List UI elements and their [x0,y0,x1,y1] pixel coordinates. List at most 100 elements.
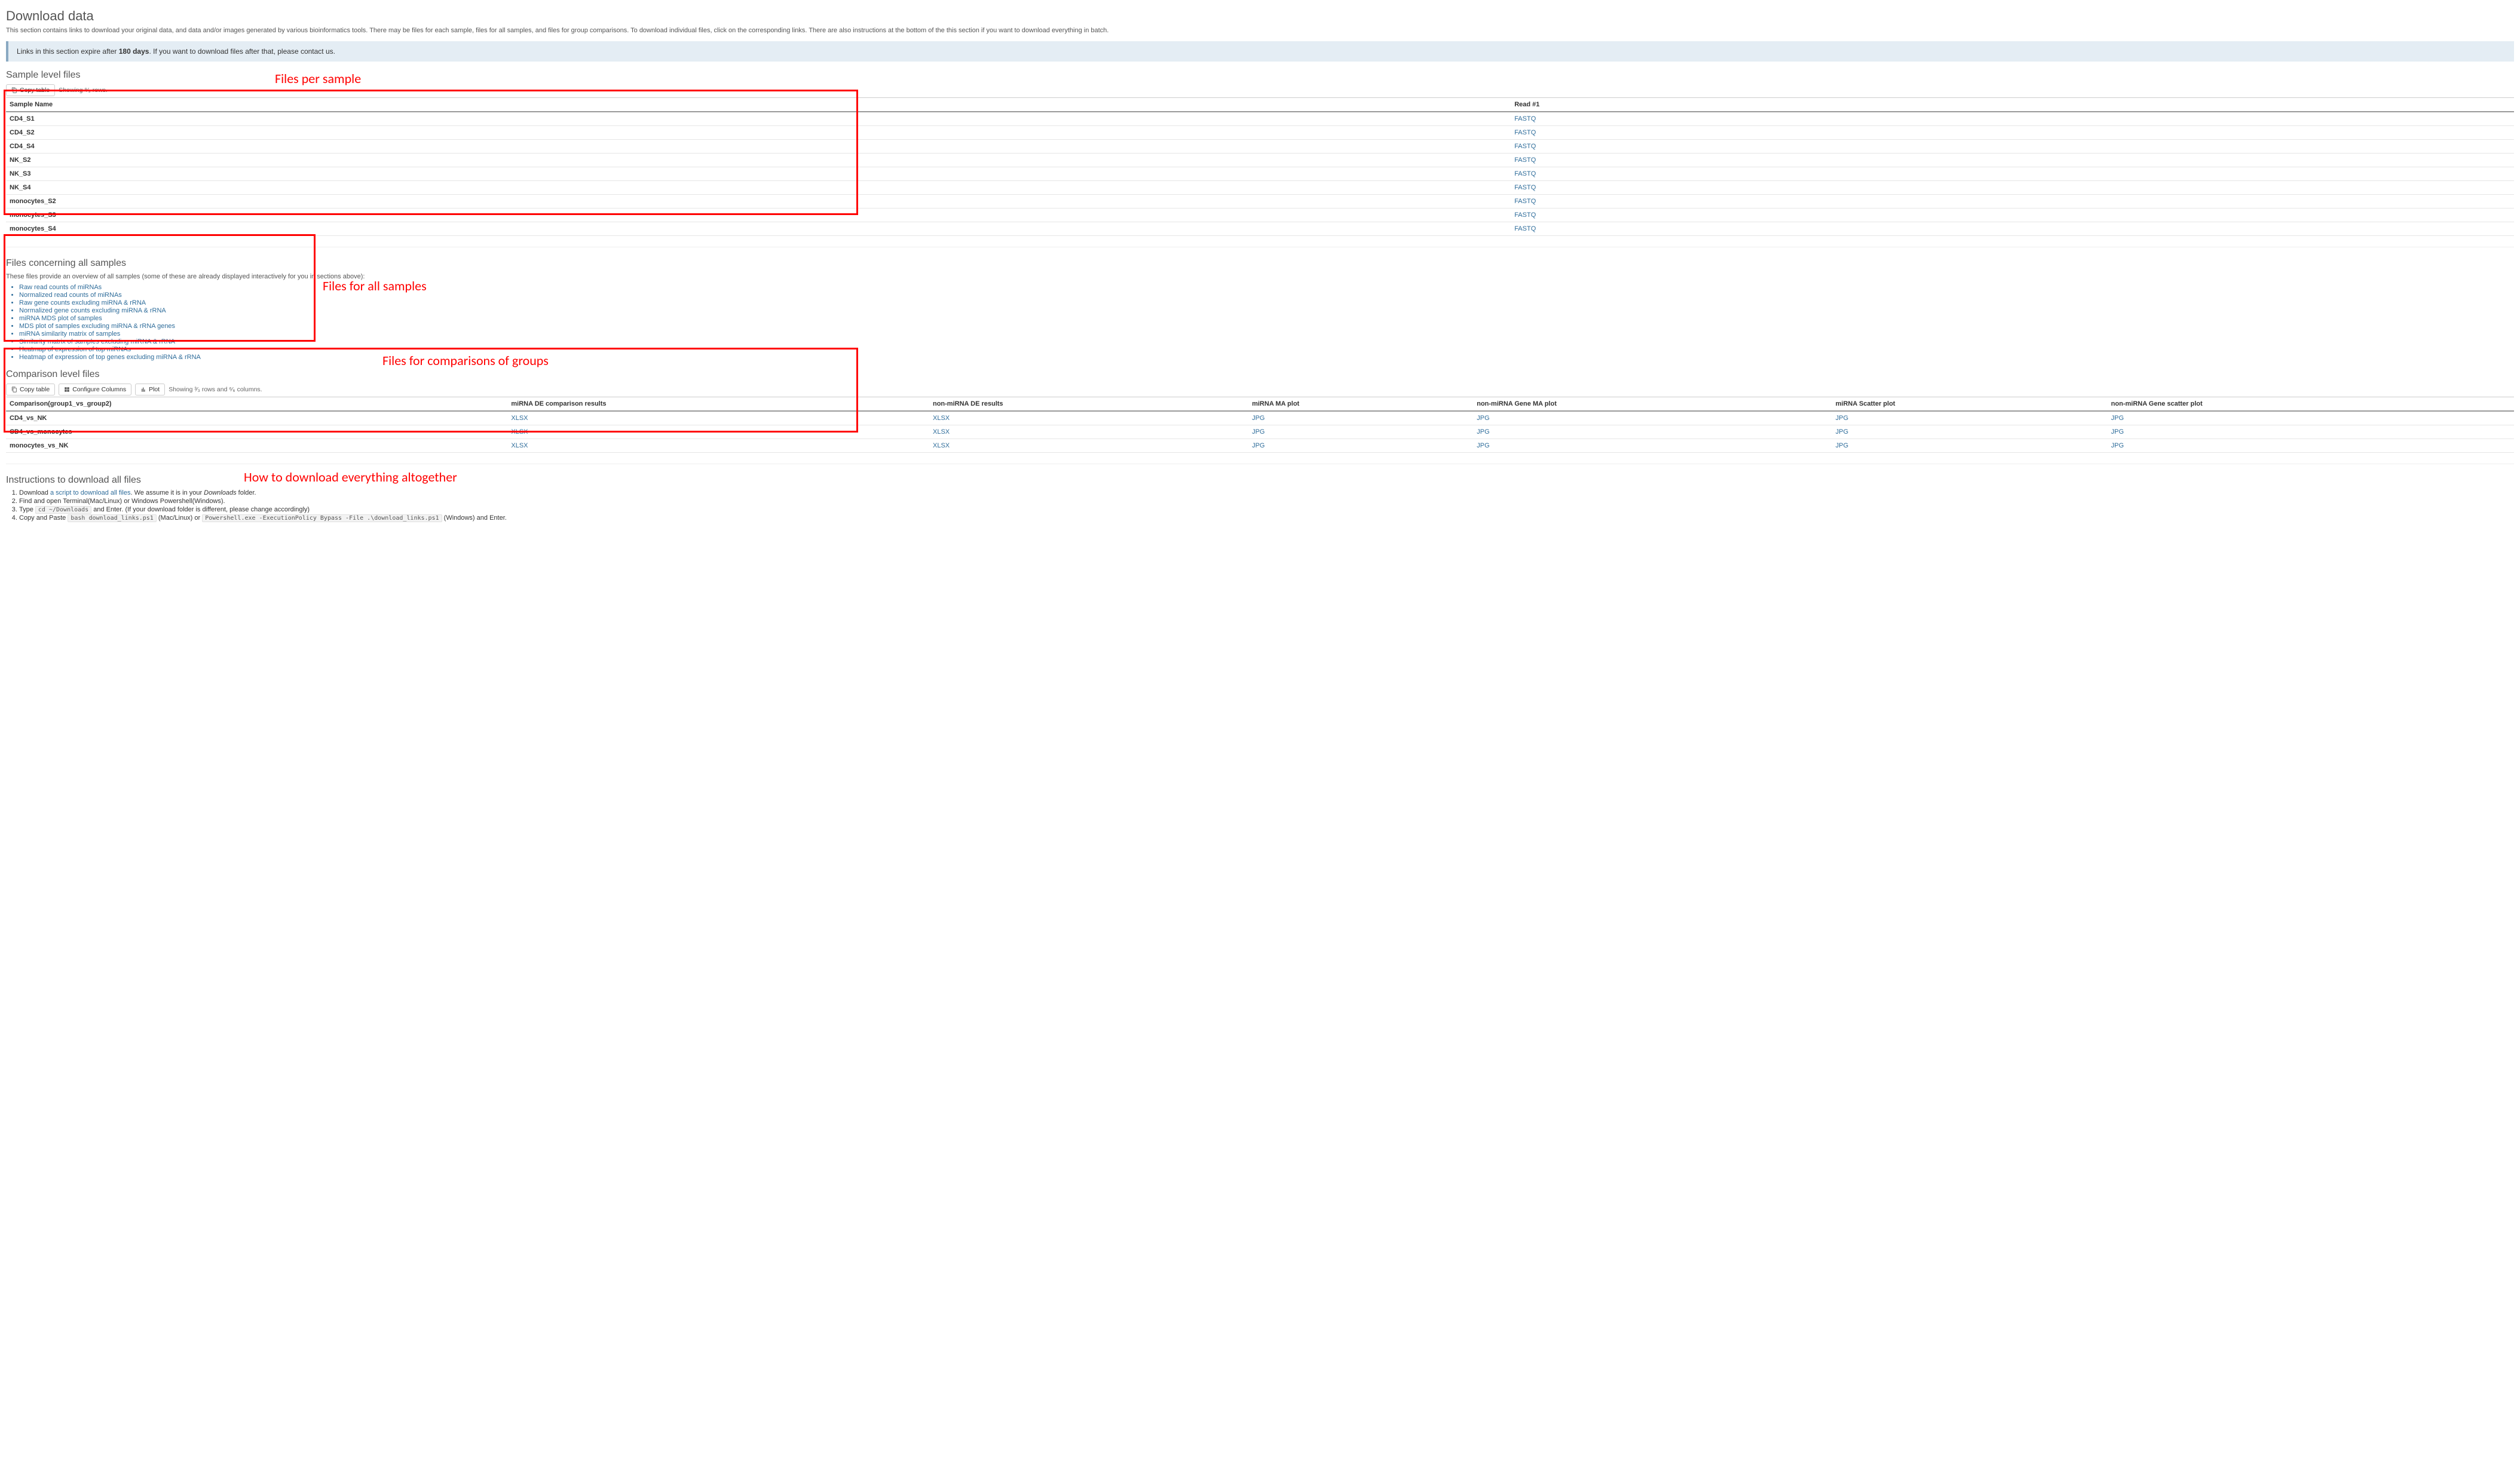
download-link[interactable]: JPG [1252,428,1264,436]
step1-mid: . We assume it is in your [131,489,204,496]
alert-prefix: Links in this section expire after [17,47,119,56]
comparison-col: non-miRNA DE results [929,397,1248,411]
sample-name-cell: monocytes_S2 [6,194,1511,208]
download-link[interactable]: JPG [1477,442,1489,449]
step-1: Download a script to download all files.… [19,489,2514,496]
comparison-cell: XLSX [929,411,1248,425]
all-samples-list: Raw read counts of miRNAsNormalized read… [19,284,2514,361]
step4-prefix: Copy and Paste [19,514,68,522]
instructions-list: Download a script to download all files.… [19,489,2514,522]
download-link[interactable]: XLSX [511,428,528,436]
comparison-cell: JPG [1832,425,2108,439]
comparison-cell: JPG [2108,411,2514,425]
comparison-cell: XLSX [507,425,929,439]
all-samples-title: Files concerning all samples [6,258,2514,269]
comparison-col: Comparison(group1_vs_group2) [6,397,507,411]
fastq-link[interactable]: FASTQ [1514,115,1536,122]
overview-file-link[interactable]: Heatmap of expression of top miRNAs [19,346,131,353]
table-row: CD4_vs_monocytesXLSXXLSXJPGJPGJPGJPG [6,425,2514,439]
download-link[interactable]: JPG [1477,428,1489,436]
overview-file-link[interactable]: Normalized gene counts excluding miRNA &… [19,307,166,314]
download-link[interactable]: JPG [1836,442,1848,449]
page-intro: This section contains links to download … [6,26,2514,35]
overview-file-link[interactable]: Heatmap of expression of top genes exclu… [19,354,201,361]
fastq-link[interactable]: FASTQ [1514,170,1536,177]
download-link[interactable]: JPG [2111,415,2124,422]
overview-file-link[interactable]: Normalized read counts of miRNAs [19,292,122,299]
step-4: Copy and Paste bash download_links.ps1 (… [19,514,2514,522]
comparison-table: Comparison(group1_vs_group2)miRNA DE com… [6,397,2514,453]
comparison-cell: JPG [1248,439,1473,452]
plot-button[interactable]: Plot [135,384,165,395]
sample-showing: Showing ⁹⁄₉ rows. [59,87,108,94]
list-item: miRNA similarity matrix of samples [19,330,2514,338]
download-link[interactable]: JPG [2111,442,2124,449]
comparison-title: Comparison level files [6,369,2514,380]
overview-file-link[interactable]: miRNA similarity matrix of samples [19,330,120,338]
table-row: CD4_vs_NK XLSX XLSX JPG JPG JPG JPG [6,411,2514,425]
fastq-link[interactable]: FASTQ [1514,211,1536,219]
copy-table-label: Copy table [20,87,50,94]
annotation-files-all-samples: Files for all samples [323,278,427,294]
comparison-col: miRNA DE comparison results [507,397,929,411]
fastq-link[interactable]: FASTQ [1514,198,1536,205]
step-3: Type cd ~/Downloads and Enter. (If your … [19,506,2514,513]
copy-table-button-2[interactable]: Copy table [6,384,55,395]
step1-prefix: Download [19,489,50,496]
step1-folder: Downloads [204,489,236,496]
copy-icon [11,87,17,93]
sample-name-cell: CD4_S4 [6,139,1511,153]
sample-table: Sample Name Read #1 CD4_S1FASTQCD4_S2FAS… [6,97,2514,236]
list-item: Normalized gene counts excluding miRNA &… [19,307,2514,314]
download-link[interactable]: XLSX [933,442,950,449]
overview-file-link[interactable]: Raw read counts of miRNAs [19,284,102,291]
copy-icon [11,387,17,393]
step3-code: cd ~/Downloads [35,506,91,514]
download-script-link[interactable]: a script to download all files [50,489,131,496]
comparison-showing: Showing ³⁄₃ rows and ⁶⁄₆ columns. [169,386,262,393]
read-cell: FASTQ [1511,208,2514,222]
step3-suffix: and Enter. (If your download folder is d… [91,506,310,513]
download-link[interactable]: JPG [1836,428,1848,436]
fastq-link[interactable]: FASTQ [1514,184,1536,191]
sample-name-cell: monocytes_S4 [6,222,1511,235]
list-item: Heatmap of expression of top miRNAs [19,346,2514,353]
sample-section-title: Sample level files [6,70,2514,81]
comparison-name-cell: CD4_vs_NK [6,411,507,425]
comparison-col: non-miRNA Gene MA plot [1473,397,1832,411]
read-cell: FASTQ [1511,112,2514,126]
download-link[interactable]: XLSX [511,415,528,422]
list-item: miRNA MDS plot of samples [19,315,2514,322]
download-link[interactable]: JPG [2111,428,2124,436]
annotation-files-per-sample: Files per sample [275,70,361,87]
download-link[interactable]: JPG [1477,415,1489,422]
fastq-link[interactable]: FASTQ [1514,143,1536,150]
overview-file-link[interactable]: MDS plot of samples excluding miRNA & rR… [19,323,175,330]
step1-suffix: folder. [237,489,256,496]
download-link[interactable]: XLSX [933,428,950,436]
fastq-link[interactable]: FASTQ [1514,225,1536,232]
configure-columns-label: Configure Columns [72,386,126,393]
sample-name-cell: CD4_S1 [6,112,1511,126]
expiry-alert: Links in this section expire after 180 d… [6,41,2514,62]
overview-file-link[interactable]: Raw gene counts excluding miRNA & rRNA [19,299,146,306]
overview-file-link[interactable]: miRNA MDS plot of samples [19,315,102,322]
download-link[interactable]: XLSX [511,442,528,449]
list-item: Raw gene counts excluding miRNA & rRNA [19,299,2514,306]
fastq-link[interactable]: FASTQ [1514,129,1536,136]
comparison-cell: JPG [1248,411,1473,425]
download-link[interactable]: JPG [1252,415,1264,422]
fastq-link[interactable]: FASTQ [1514,157,1536,164]
configure-columns-button[interactable]: Configure Columns [59,384,131,395]
comparison-cell: JPG [1473,439,1832,452]
download-link[interactable]: JPG [1252,442,1264,449]
table-row: NK_S3FASTQ [6,167,2514,180]
overview-file-link[interactable]: Similarity matrix of samples excluding m… [19,338,175,345]
copy-table-button[interactable]: Copy table [6,84,55,96]
download-link[interactable]: JPG [1836,415,1848,422]
table-row: CD4_S4FASTQ [6,139,2514,153]
read-cell: FASTQ [1511,180,2514,194]
download-link[interactable]: XLSX [933,415,950,422]
read-cell: FASTQ [1511,153,2514,167]
sample-name-cell: NK_S3 [6,167,1511,180]
